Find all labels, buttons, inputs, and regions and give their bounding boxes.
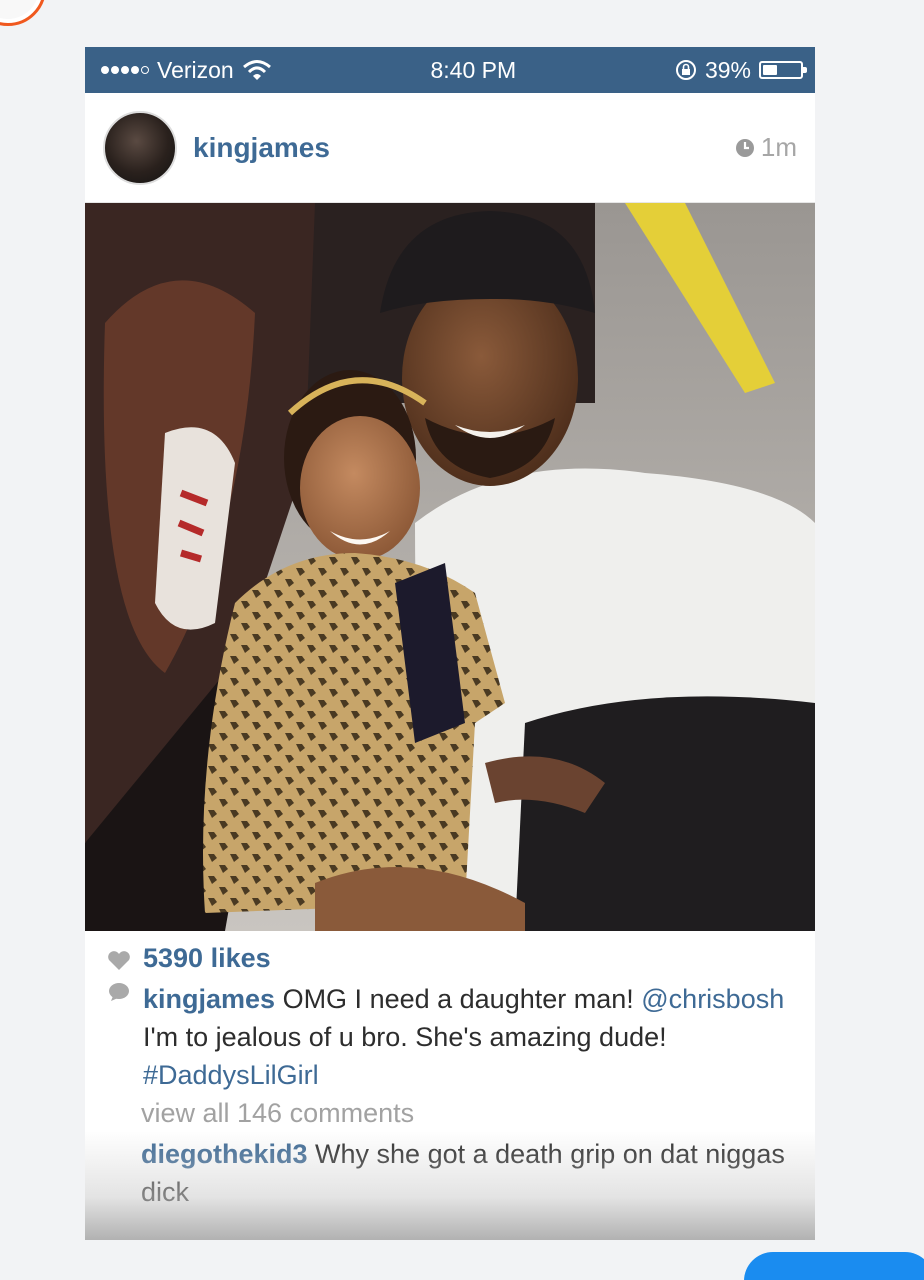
post-username[interactable]: kingjames <box>193 132 330 164</box>
likes-row: 5390 likes <box>107 943 793 974</box>
avatar[interactable] <box>103 110 177 185</box>
clock-icon <box>735 138 754 157</box>
caption-username[interactable]: kingjames <box>143 984 275 1014</box>
battery-level <box>762 65 778 75</box>
app-badge <box>0 0 46 26</box>
battery-percent: 39% <box>704 56 751 83</box>
cutoff-comment <box>141 1213 793 1225</box>
message-bubble-edge <box>744 1252 924 1280</box>
caption-text-2: I'm to jealous of u bro. She's amazing d… <box>143 1022 667 1052</box>
comment-bubble-icon <box>109 983 129 1001</box>
heart-icon[interactable] <box>107 951 131 971</box>
rotation-lock-icon <box>675 60 696 80</box>
post-photo[interactable] <box>85 203 815 931</box>
status-bar: Verizon 8:40 PM 39% <box>85 47 815 93</box>
post-caption: kingjames OMG I need a daughter man! @ch… <box>143 980 793 1094</box>
caption-mention[interactable]: @chrisbosh <box>641 984 784 1014</box>
instagram-screenshot: Verizon 8:40 PM 39% kingjames 1m 5390 li… <box>85 47 815 1240</box>
post-age: 1m <box>733 132 797 163</box>
carrier-label: Verizon <box>157 56 234 83</box>
caption-hashtag[interactable]: #DaddysLilGirl <box>143 1060 319 1090</box>
wifi-icon <box>242 60 271 80</box>
likes-count[interactable]: 5390 likes <box>143 943 271 974</box>
signal-dots-icon <box>101 66 149 74</box>
caption-text-1: OMG I need a daughter man! <box>275 984 642 1014</box>
view-all-comments-link[interactable]: view all 146 comments <box>141 1098 793 1129</box>
comment-username[interactable]: diegothekid3 <box>141 1139 308 1169</box>
comment-item: diegothekid3 Why she got a death grip on… <box>141 1135 793 1211</box>
post-age-label: 1m <box>760 132 797 162</box>
caption-row: kingjames OMG I need a daughter man! @ch… <box>107 974 793 1094</box>
battery-icon <box>758 61 807 79</box>
status-time: 8:40 PM <box>430 56 517 83</box>
post-header: kingjames 1m <box>85 93 815 203</box>
post-footer: 5390 likes kingjames OMG I need a daught… <box>85 931 815 1240</box>
